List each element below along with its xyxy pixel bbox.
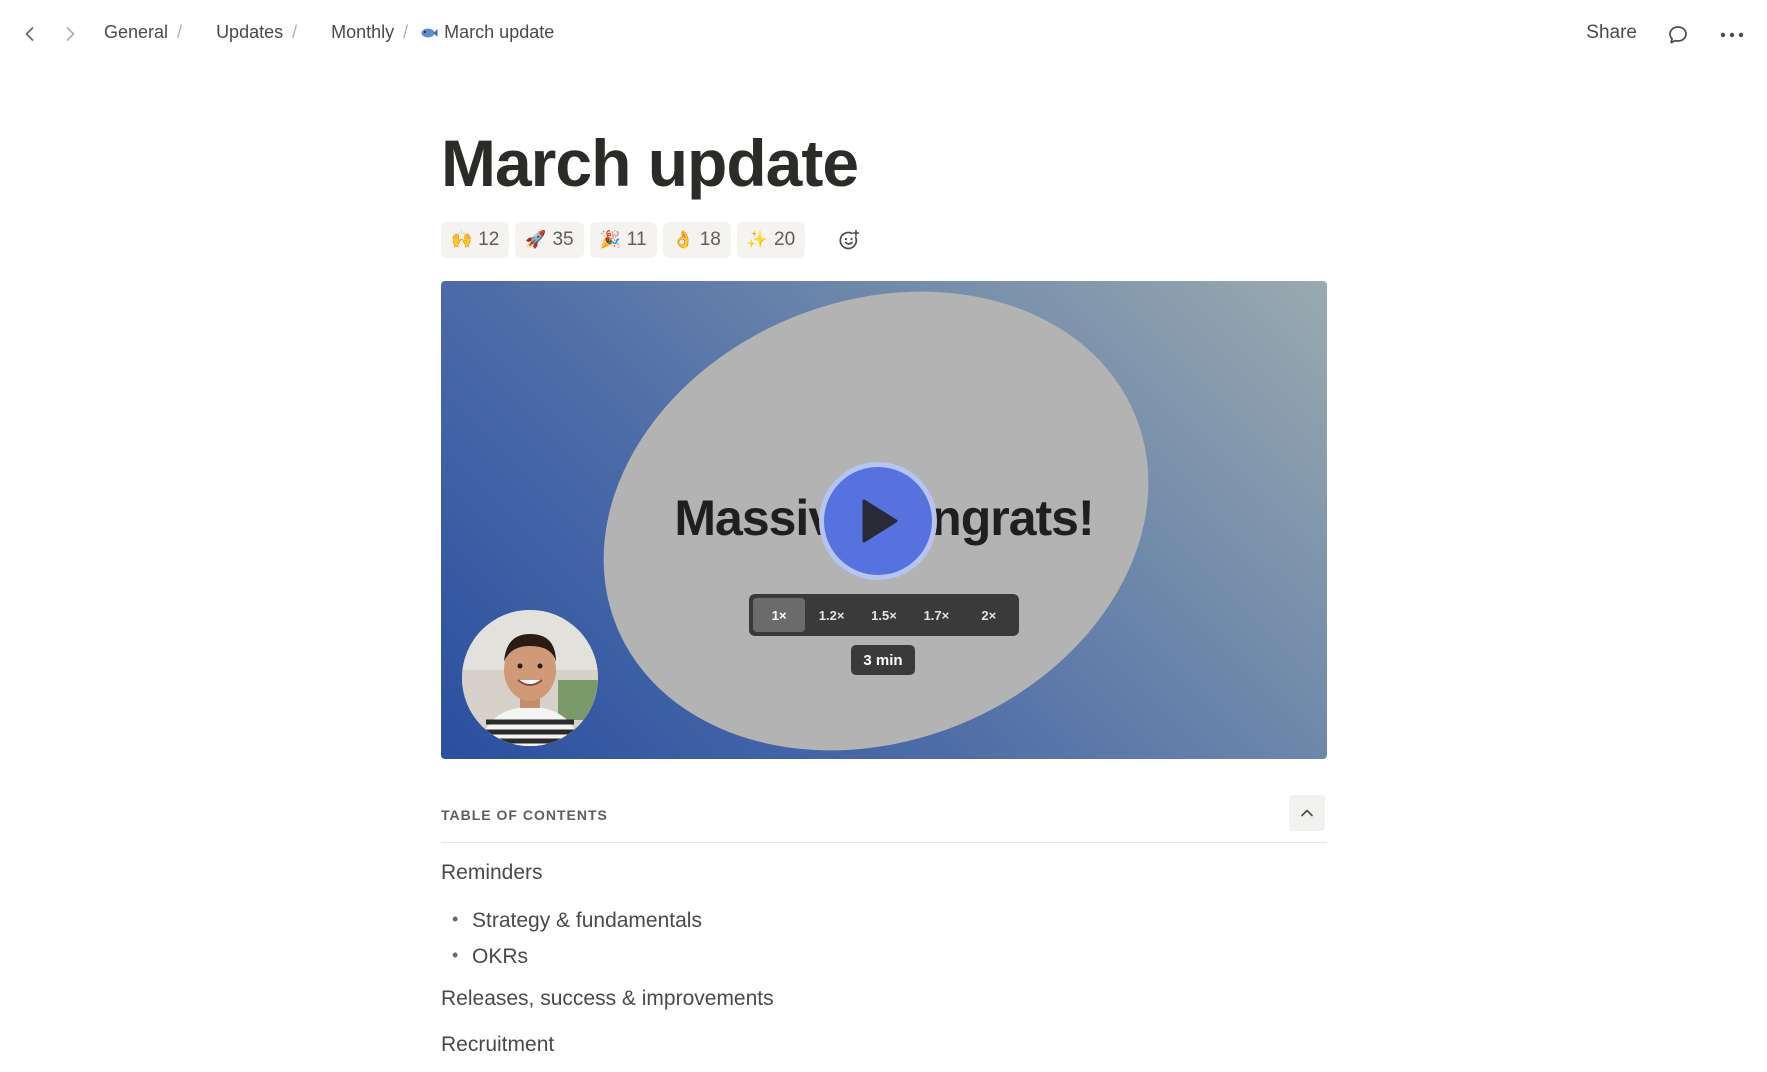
toc-item-reminders[interactable]: Reminders bbox=[441, 861, 1327, 885]
add-reaction-button[interactable] bbox=[833, 224, 865, 256]
toc-sublist: Strategy & fundamentals OKRs bbox=[441, 903, 1327, 975]
reaction-count: 18 bbox=[699, 229, 721, 250]
chevron-up-icon bbox=[1301, 809, 1313, 817]
speed-option-1-2x[interactable]: 1.2× bbox=[805, 598, 857, 632]
reaction-ok-hand[interactable]: 👌 18 bbox=[662, 222, 731, 258]
play-icon bbox=[862, 499, 898, 543]
reaction-party-popper[interactable]: 🎉 11 bbox=[589, 222, 657, 258]
speed-option-2x[interactable]: 2× bbox=[963, 598, 1015, 632]
breadcrumb-separator: / bbox=[403, 22, 409, 42]
speed-option-1-5x[interactable]: 1.5× bbox=[858, 598, 910, 632]
toc-item-okrs[interactable]: OKRs bbox=[441, 939, 1327, 975]
breadcrumb-separator: / bbox=[292, 22, 298, 42]
toc-item-recruitment[interactable]: Recruitment bbox=[441, 1033, 1327, 1057]
table-of-contents-label: TABLE OF CONTENTS bbox=[441, 807, 608, 823]
toc-collapse-button[interactable] bbox=[1289, 795, 1325, 831]
breadcrumb-current[interactable]: March update bbox=[444, 22, 554, 43]
ok-hand-icon: 👌 bbox=[672, 230, 694, 249]
fish-icon bbox=[420, 26, 438, 40]
share-button[interactable]: Share bbox=[1586, 22, 1637, 44]
presenter-avatar bbox=[462, 610, 598, 746]
breadcrumb-monthly[interactable]: Monthly bbox=[331, 22, 394, 43]
speed-option-1x[interactable]: 1× bbox=[753, 598, 806, 632]
sparkles-icon: ✨ bbox=[746, 230, 769, 249]
add-emoji-icon bbox=[839, 229, 860, 250]
rocket-icon: 🚀 bbox=[525, 230, 547, 249]
play-button[interactable] bbox=[819, 462, 937, 580]
reaction-rocket[interactable]: 🚀 35 bbox=[515, 222, 584, 258]
back-button[interactable] bbox=[16, 20, 44, 48]
reaction-count: 11 bbox=[626, 229, 647, 250]
reaction-raised-hands[interactable]: 🙌 12 bbox=[441, 222, 510, 258]
breadcrumb-updates[interactable]: Updates bbox=[216, 22, 283, 43]
toc-item-strategy[interactable]: Strategy & fundamentals bbox=[441, 903, 1327, 939]
reaction-count: 12 bbox=[478, 229, 500, 250]
top-bar: General / Updates / Monthly / March upda… bbox=[0, 0, 1767, 68]
video-player[interactable]: Massive congrats! 1× 1.2× 1.5× 1.7× 2× 3… bbox=[441, 281, 1327, 759]
raised-hands-icon: 🙌 bbox=[451, 230, 473, 249]
page-content: March update 🙌 12 🚀 35 🎉 11 👌 18 ✨ 20 Ma… bbox=[441, 120, 1327, 1057]
breadcrumb-general[interactable]: General bbox=[104, 22, 168, 43]
video-duration-badge: 3 min bbox=[851, 645, 915, 675]
comment-button[interactable] bbox=[1663, 20, 1693, 50]
table-of-contents-header: TABLE OF CONTENTS bbox=[441, 795, 1327, 843]
more-horizontal-icon bbox=[1720, 32, 1744, 38]
speed-option-1-7x[interactable]: 1.7× bbox=[910, 598, 962, 632]
breadcrumb: General / Updates / Monthly / March upda… bbox=[104, 22, 554, 43]
forward-button[interactable] bbox=[56, 20, 84, 48]
reactions-bar: 🙌 12 🚀 35 🎉 11 👌 18 ✨ 20 bbox=[441, 222, 1327, 258]
more-options-button[interactable] bbox=[1717, 20, 1747, 50]
party-popper-icon: 🎉 bbox=[599, 230, 621, 249]
reaction-sparkles[interactable]: ✨ 20 bbox=[736, 222, 806, 258]
chevron-right-icon bbox=[66, 27, 75, 41]
reaction-count: 20 bbox=[774, 229, 796, 250]
breadcrumb-separator: / bbox=[177, 22, 183, 42]
chevron-left-icon bbox=[25, 27, 34, 41]
page-title: March update bbox=[441, 126, 859, 200]
reaction-count: 35 bbox=[552, 229, 574, 250]
toc-item-releases[interactable]: Releases, success & improvements bbox=[441, 987, 1327, 1011]
comment-icon bbox=[1669, 26, 1687, 44]
playback-speed-selector: 1× 1.2× 1.5× 1.7× 2× bbox=[749, 594, 1019, 636]
